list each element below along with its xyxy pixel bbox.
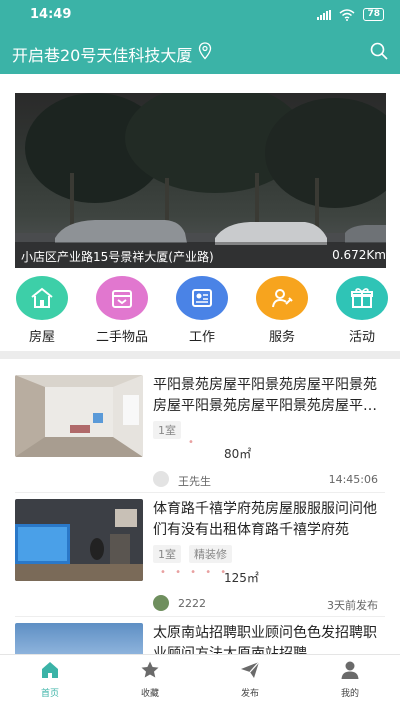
banner-caption: 小店区产业路15号景祥大厦(产业路) 0.672Km: [15, 242, 386, 268]
tab-favorites[interactable]: 收藏: [120, 660, 180, 699]
listing-title: 太原南站招聘职业顾问色色发招聘职业顾问方法太原南站招聘: [153, 625, 377, 654]
category-house[interactable]: 房屋: [12, 276, 72, 345]
listing-tags: 1室: [153, 421, 181, 439]
post-time: 14:45:06: [328, 473, 378, 486]
status-bar: 14:49 78: [0, 0, 400, 30]
tab-label: 首页: [40, 689, 59, 699]
gift-icon: [336, 276, 388, 320]
section-divider: [0, 351, 400, 359]
list-item[interactable]: 太原南站招聘职业顾问色色发招聘职业顾问方法太原南站招聘: [0, 623, 400, 654]
wifi-icon: [339, 8, 355, 21]
id-card-icon: [176, 276, 228, 320]
post-time: 3天前发布: [327, 599, 378, 612]
user-icon: [341, 661, 359, 679]
listing-thumbnail: [15, 499, 143, 581]
listing-title: 体育路千禧学府苑房屋服服服问问他们有没有出租体育路千禧学府苑: [153, 501, 377, 538]
list-item[interactable]: 平阳景苑房屋平阳景苑房屋平阳景苑房屋平阳景苑房屋平阳景苑房屋平阳景苑房屋 1室 …: [0, 375, 400, 495]
bottom-tab-bar: 首页 收藏 发布 我的: [0, 654, 400, 711]
listing-tags: 1室 精装修: [153, 545, 232, 563]
tab-label: 发布: [240, 689, 259, 699]
avatar: [153, 595, 169, 611]
listing-tag: 1室: [153, 421, 181, 439]
listing-area: 125㎡: [224, 571, 259, 585]
listing-area: 80㎡: [224, 447, 252, 461]
owner-name: 2222: [178, 597, 206, 610]
listing-tag: 1室: [153, 545, 181, 563]
home-icon: [42, 662, 58, 678]
tab-publish[interactable]: 发布: [220, 660, 280, 699]
listing-title: 平阳景苑房屋平阳景苑房屋平阳景苑房屋平阳景苑房屋平阳景苑房屋平阳景苑房屋: [153, 377, 377, 414]
category-job[interactable]: 工作: [172, 276, 232, 345]
banner-address: 小店区产业路15号景祥大厦(产业路): [21, 250, 214, 264]
category-secondhand[interactable]: 二手物品: [92, 276, 152, 345]
status-icons: 78: [317, 8, 384, 21]
category-shortcuts: 房屋 二手物品 工作 服务 活动: [0, 276, 400, 346]
avatar: [153, 471, 169, 487]
category-label: 二手物品: [95, 330, 148, 345]
row-divider: [15, 616, 385, 617]
house-icon: [16, 276, 68, 320]
status-time: 14:49: [30, 7, 72, 22]
wrench-person-icon: [256, 276, 308, 320]
location-pin-icon[interactable]: [198, 42, 212, 60]
listing-thumbnail: [15, 375, 143, 457]
tab-label: 收藏: [140, 689, 159, 699]
banner-distance: 0.672Km: [332, 248, 386, 262]
category-activity[interactable]: 活动: [332, 276, 392, 345]
price-placeholder: •: [188, 437, 197, 448]
box-icon: [96, 276, 148, 320]
row-divider: [15, 492, 385, 493]
category-service[interactable]: 服务: [252, 276, 312, 345]
banner-carousel[interactable]: 小店区产业路15号景祥大厦(产业路) 0.672Km: [15, 93, 386, 268]
list-item[interactable]: 体育路千禧学府苑房屋服服服问问他们有没有出租体育路千禧学府苑 1室 精装修 • …: [0, 499, 400, 613]
star-icon: [141, 661, 159, 678]
tab-profile[interactable]: 我的: [320, 660, 380, 699]
search-icon[interactable]: [370, 42, 388, 60]
category-label: 工作: [188, 330, 215, 345]
category-label: 房屋: [28, 330, 55, 345]
owner-name: 王先生: [178, 475, 211, 488]
tab-label: 我的: [340, 689, 359, 699]
battery-indicator: 78: [363, 8, 384, 21]
category-label: 服务: [268, 330, 295, 345]
category-label: 活动: [348, 330, 375, 345]
signal-icon: [317, 9, 332, 20]
app-header: 开启巷20号天佳科技大厦: [0, 30, 400, 74]
paper-plane-icon: [241, 661, 260, 678]
listing-thumbnail: [15, 623, 143, 654]
price-placeholder: • • • • •: [160, 567, 230, 578]
tab-home[interactable]: 首页: [20, 660, 80, 699]
location-title[interactable]: 开启巷20号天佳科技大厦: [12, 42, 192, 66]
listing-tag: 精装修: [189, 545, 232, 563]
